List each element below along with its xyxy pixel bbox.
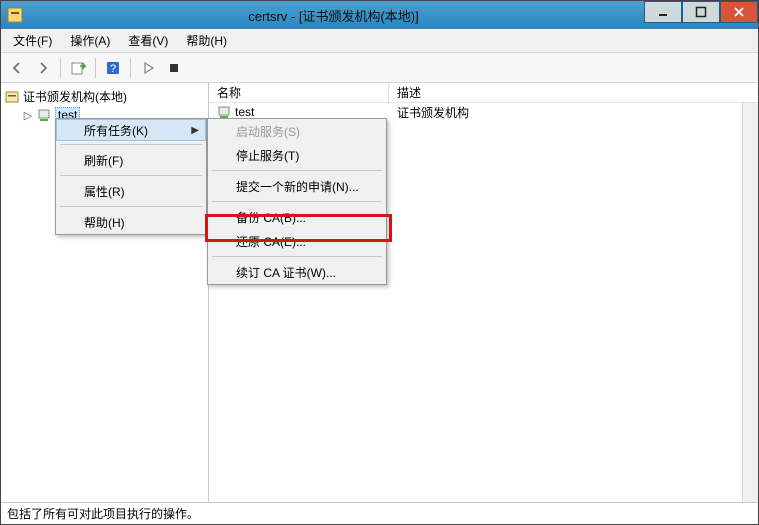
window-title: certsrv - [证书颁发机构(本地)] [23,6,644,25]
app-icon [7,7,23,23]
menu-separator [212,201,382,202]
ctx-label: 续订 CA 证书(W)... [236,264,336,281]
expand-icon[interactable]: ▷ [23,109,33,122]
toolbar-separator [130,58,131,78]
submenu-arrow-icon: ▶ [191,125,199,136]
menu-help[interactable]: 帮助(H) [178,30,235,51]
vertical-scrollbar[interactable] [742,103,758,502]
ctx-label: 帮助(H) [84,214,125,231]
ctx-stop-service[interactable]: 停止服务(T) [208,143,386,167]
ctx-label: 所有任务(K) [84,122,148,139]
context-menu-submenu: 启动服务(S) 停止服务(T) 提交一个新的申请(N)... 备份 CA(B).… [207,118,387,285]
toolbar-export-button[interactable] [66,56,90,80]
ctx-label: 备份 CA(B)... [236,209,306,226]
ctx-restore-ca[interactable]: 还原 CA(E)... [208,229,386,253]
list-cell-desc: 证书颁发机构 [389,104,742,121]
ctx-backup-ca[interactable]: 备份 CA(B)... [208,205,386,229]
toolbar-separator [60,58,61,78]
menu-separator [212,256,382,257]
svg-text:?: ? [110,63,116,75]
context-menu-primary: 所有任务(K) ▶ 刷新(F) 属性(R) 帮助(H) [55,118,207,235]
window-titlebar: certsrv - [证书颁发机构(本地)] [1,1,758,29]
ctx-help[interactable]: 帮助(H) [56,210,206,234]
toolbar-stop-button[interactable] [162,56,186,80]
column-header: 名称 描述 [209,83,758,103]
window-buttons [644,1,758,29]
menu-view[interactable]: 查看(V) [120,30,176,51]
ctx-properties[interactable]: 属性(R) [56,179,206,203]
ctx-label: 还原 CA(E)... [236,233,306,250]
ctx-label: 属性(R) [84,183,125,200]
toolbar-play-button[interactable] [136,56,160,80]
server-icon [37,108,51,122]
toolbar-back-button[interactable] [5,56,29,80]
menu-action[interactable]: 操作(A) [62,30,118,51]
tree-root-label: 证书颁发机构(本地) [23,88,127,105]
menu-separator [60,206,202,207]
menu-separator [60,175,202,176]
menu-separator [212,170,382,171]
tree-root-item[interactable]: 证书颁发机构(本地) [3,87,206,106]
menubar: 文件(F) 操作(A) 查看(V) 帮助(H) [1,29,758,53]
minimize-button[interactable] [644,1,682,23]
close-button[interactable] [720,1,758,23]
ctx-start-service: 启动服务(S) [208,119,386,143]
toolbar-separator [95,58,96,78]
server-icon [217,105,231,119]
ctx-all-tasks[interactable]: 所有任务(K) ▶ [56,119,206,141]
list-cell-name: test [235,105,254,119]
ctx-refresh[interactable]: 刷新(F) [56,148,206,172]
toolbar-help-button[interactable]: ? [101,56,125,80]
cert-authority-icon [5,90,19,104]
ctx-label: 停止服务(T) [236,147,299,164]
column-name[interactable]: 名称 [209,82,389,103]
ctx-label: 刷新(F) [84,152,123,169]
statusbar: 包括了所有可对此项目执行的操作。 [1,502,758,524]
ctx-label: 启动服务(S) [236,123,300,140]
toolbar: ? [1,53,758,83]
toolbar-forward-button[interactable] [31,56,55,80]
status-text: 包括了所有可对此项目执行的操作。 [7,505,199,522]
menu-file[interactable]: 文件(F) [5,30,60,51]
menu-separator [60,144,202,145]
ctx-renew-cert[interactable]: 续订 CA 证书(W)... [208,260,386,284]
ctx-submit-request[interactable]: 提交一个新的申请(N)... [208,174,386,198]
maximize-button[interactable] [682,1,720,23]
ctx-label: 提交一个新的申请(N)... [236,178,359,195]
column-description[interactable]: 描述 [389,82,758,103]
